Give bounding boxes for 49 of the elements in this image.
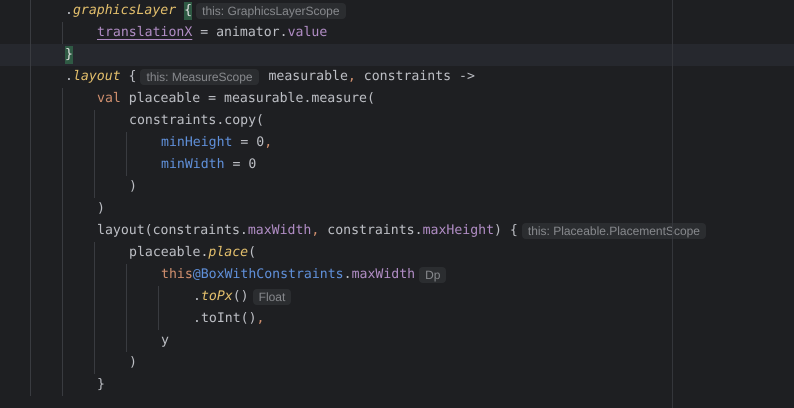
parameter-hint: this: GraphicsLayerScope [196, 3, 346, 19]
code-text: constraints -> [362, 68, 475, 86]
code-text: = 0 [239, 134, 264, 152]
code-text: .toInt() [193, 310, 257, 328]
code-text: } [97, 376, 105, 394]
keyword: val [97, 90, 121, 108]
code-text: = animator. [199, 24, 288, 42]
property-name: translationX [97, 24, 192, 42]
code-text: ) { [494, 222, 518, 240]
code-text: placeable. [129, 244, 208, 262]
code-text: = 0 [231, 156, 256, 174]
code-text: constraints.copy( [129, 112, 264, 130]
function-name: place [208, 244, 248, 262]
parameter-hint: this: Placeable.PlacementScope [522, 223, 706, 239]
code-text: ( [248, 244, 256, 262]
function-name: layout [72, 68, 121, 86]
parameter-hint: this: MeasureScope [140, 69, 259, 85]
code-text: ) [97, 200, 105, 218]
code-text: y [161, 332, 169, 350]
code-text: measurable [267, 68, 348, 86]
argument-name: minHeight [161, 134, 232, 152]
property-name: maxWidth [248, 222, 312, 240]
code-text: ) [129, 178, 137, 196]
matched-brace: { [184, 2, 192, 20]
code-text: . [65, 68, 73, 86]
property-name: value [288, 24, 328, 42]
argument-name: minWidth [161, 156, 225, 174]
property-name: maxWidth [352, 266, 416, 284]
comma: , [311, 222, 320, 240]
code-text: ) [129, 354, 137, 372]
property-name: maxHeight [422, 222, 494, 240]
keyword: this [161, 266, 193, 284]
label-name: @BoxWithConstraints [192, 266, 344, 284]
function-name: toPx [200, 288, 233, 306]
comma: , [256, 310, 264, 328]
matched-brace: } [65, 46, 73, 64]
code-text: layout(constraints. [97, 222, 248, 240]
code-text: . [193, 288, 201, 306]
code-text: placeable = measurable.measure( [128, 90, 375, 108]
code-text: constraints. [326, 222, 423, 240]
code-text: () [232, 288, 249, 306]
function-name: graphicsLayer [72, 2, 176, 20]
comma: , [264, 134, 272, 152]
code-text: { [128, 68, 136, 86]
code-text: . [65, 2, 73, 20]
parameter-hint: Float [252, 289, 292, 305]
comma: , [348, 68, 356, 86]
code-text: . [344, 266, 352, 284]
parameter-hint: Dp [419, 267, 446, 283]
